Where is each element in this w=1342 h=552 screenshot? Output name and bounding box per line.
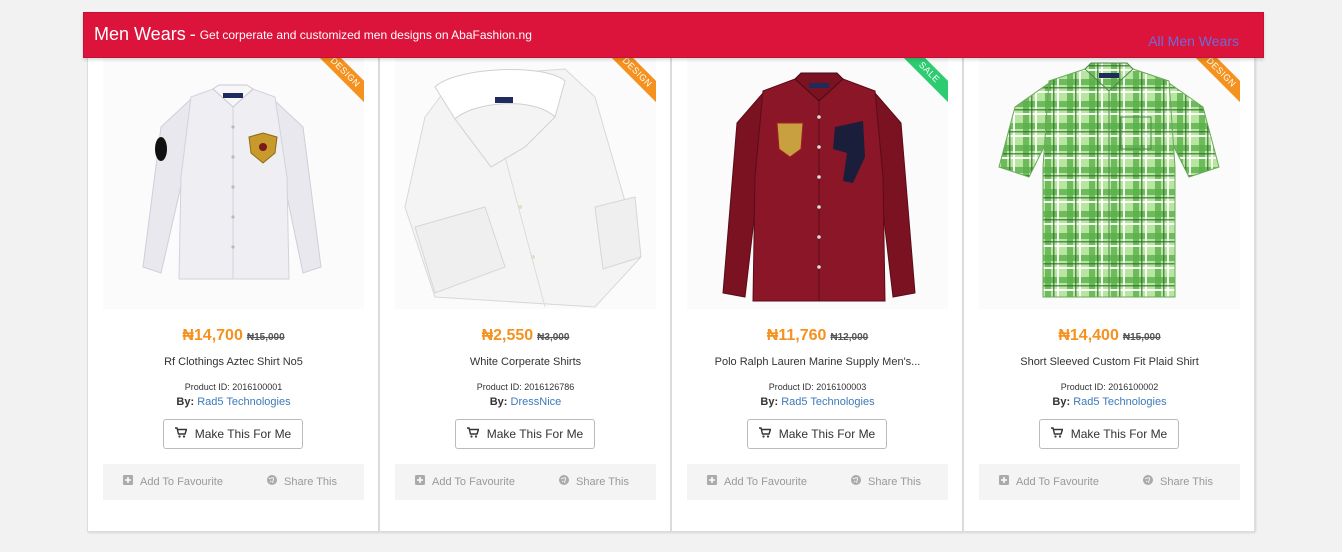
plus-square-icon [415, 475, 425, 488]
product-name[interactable]: Short Sleeved Custom Fit Plaid Shirt [979, 356, 1240, 368]
header-title: Men Wears - Get corperate and customized m… [94, 24, 532, 45]
vendor-line: By: Rad5 Technologies [979, 396, 1240, 408]
plus-square-icon [707, 475, 717, 488]
cart-icon [758, 427, 772, 441]
old-price: ₦3,000 [537, 332, 570, 343]
cart-icon [1050, 427, 1064, 441]
section-header: Men Wears - Get corperate and customized m… [83, 12, 1264, 58]
product-image-green-plaid[interactable]: DESIGN [979, 57, 1240, 309]
add-to-favourite-button[interactable]: Add To Favourite [707, 475, 807, 488]
product-name[interactable]: Polo Ralph Lauren Marine Supply Men's... [687, 356, 948, 368]
by-label: By: [1052, 396, 1071, 408]
share-this-button[interactable]: Share This [559, 475, 629, 488]
product-name[interactable]: White Corperate Shirts [395, 356, 656, 368]
vendor-line: By: Rad5 Technologies [103, 396, 364, 408]
vendor-line: By: Rad5 Technologies [687, 396, 948, 408]
product-card: SALE ₦11,760 ₦12,000 Polo Ralph Lauren Ma… [671, 56, 963, 532]
current-price: ₦14,700 [182, 327, 243, 344]
vendor-link[interactable]: Rad5 Technologies [197, 396, 290, 408]
plus-square-icon [123, 475, 133, 488]
make-this-for-me-button[interactable]: Make This For Me [1039, 419, 1179, 449]
vendor-link[interactable]: DressNice [511, 396, 562, 408]
share-this-label: Share This [1160, 475, 1213, 488]
add-to-favourite-label: Add To Favourite [140, 475, 223, 488]
product-card-inner: SALE ₦11,760 ₦12,000 Polo Ralph Lauren Ma… [687, 57, 948, 500]
current-price: ₦2,550 [481, 327, 534, 344]
add-to-favourite-label: Add To Favourite [1016, 475, 1099, 488]
plus-square-icon [999, 475, 1009, 488]
product-card-inner: DESIGN ₦2,550 ₦3,000 White Corperate Shir… [395, 57, 656, 500]
make-button-label: Make This For Me [1070, 427, 1168, 441]
add-to-favourite-label: Add To Favourite [432, 475, 515, 488]
card-actions: Add To Favourite Share This [395, 464, 656, 500]
old-price: ₦15,000 [1122, 332, 1161, 343]
share-this-button[interactable]: Share This [267, 475, 337, 488]
card-actions: Add To Favourite Share This [687, 464, 948, 500]
vendor-link[interactable]: Rad5 Technologies [781, 396, 874, 408]
card-actions: Add To Favourite Share This [103, 464, 364, 500]
make-this-for-me-button[interactable]: Make This For Me [163, 419, 303, 449]
price-row: ₦2,550 ₦3,000 [395, 327, 656, 345]
product-id: Product ID: 2016126786 [476, 382, 575, 392]
share-this-label: Share This [868, 475, 921, 488]
make-button-label: Make This For Me [194, 427, 292, 441]
header-title-text: Men Wears [94, 24, 186, 44]
product-card: DESIGN ₦2,550 ₦3,000 White Corperate Shir… [379, 56, 671, 532]
by-label: By: [760, 396, 779, 408]
make-button-label: Make This For Me [778, 427, 876, 441]
product-image-maroon-polo[interactable]: SALE [687, 57, 948, 309]
share-this-button[interactable]: Share This [1143, 475, 1213, 488]
vendor-line: By: DressNice [395, 396, 656, 408]
cart-icon [174, 427, 188, 441]
product-name[interactable]: Rf Clothings Aztec Shirt No5 [103, 356, 364, 368]
globe-icon [559, 475, 569, 488]
folded-white-shirt-image [395, 57, 656, 309]
add-to-favourite-button[interactable]: Add To Favourite [123, 475, 223, 488]
product-card-inner: DESIGN ₦14,400 ₦15,000 Short Sleeved Cust… [979, 57, 1240, 500]
product-image-white-polo[interactable]: DESIGN [103, 57, 364, 309]
share-this-button[interactable]: Share This [851, 475, 921, 488]
product-id: Product ID: 2016100002 [1060, 382, 1159, 392]
header-separator: - [189, 24, 196, 44]
current-price: ₦14,400 [1058, 327, 1119, 344]
globe-icon [1143, 475, 1153, 488]
add-to-favourite-button[interactable]: Add To Favourite [999, 475, 1099, 488]
price-row: ₦14,700 ₦15,000 [103, 327, 364, 345]
white-shirt-image [103, 57, 364, 309]
product-card-inner: DESIGN ₦14,700 ₦15,000 Rf Clothings Aztec… [103, 57, 364, 500]
product-id: Product ID: 2016100001 [184, 382, 283, 392]
product-card: DESIGN ₦14,400 ₦15,000 Short Sleeved Cust… [963, 56, 1255, 532]
by-label: By: [176, 396, 195, 408]
make-this-for-me-button[interactable]: Make This For Me [747, 419, 887, 449]
old-price: ₦12,000 [830, 332, 869, 343]
add-to-favourite-label: Add To Favourite [724, 475, 807, 488]
cart-icon [466, 427, 480, 441]
product-id: Product ID: 2016100003 [768, 382, 867, 392]
product-card: DESIGN ₦14,700 ₦15,000 Rf Clothings Aztec… [87, 56, 379, 532]
make-this-for-me-button[interactable]: Make This For Me [455, 419, 595, 449]
vendor-link[interactable]: Rad5 Technologies [1073, 396, 1166, 408]
price-row: ₦11,760 ₦12,000 [687, 327, 948, 345]
make-button-label: Make This For Me [486, 427, 584, 441]
share-this-label: Share This [284, 475, 337, 488]
globe-icon [851, 475, 861, 488]
globe-icon [267, 475, 277, 488]
header-subtitle: Get corperate and customized men designs… [199, 28, 532, 42]
share-this-label: Share This [576, 475, 629, 488]
card-actions: Add To Favourite Share This [979, 464, 1240, 500]
product-grid: DESIGN ₦14,700 ₦15,000 Rf Clothings Aztec… [87, 56, 1259, 532]
add-to-favourite-button[interactable]: Add To Favourite [415, 475, 515, 488]
product-image-folded-white[interactable]: DESIGN [395, 57, 656, 309]
green-plaid-shirt-image [979, 57, 1240, 309]
all-men-wears-link[interactable]: All Men Wears [1148, 33, 1239, 49]
old-price: ₦15,000 [246, 332, 285, 343]
maroon-shirt-image [687, 57, 948, 309]
price-row: ₦14,400 ₦15,000 [979, 327, 1240, 345]
by-label: By: [489, 396, 508, 408]
current-price: ₦11,760 [766, 327, 827, 344]
men-wears-section: Men Wears - Get corperate and customized m… [83, 12, 1264, 532]
